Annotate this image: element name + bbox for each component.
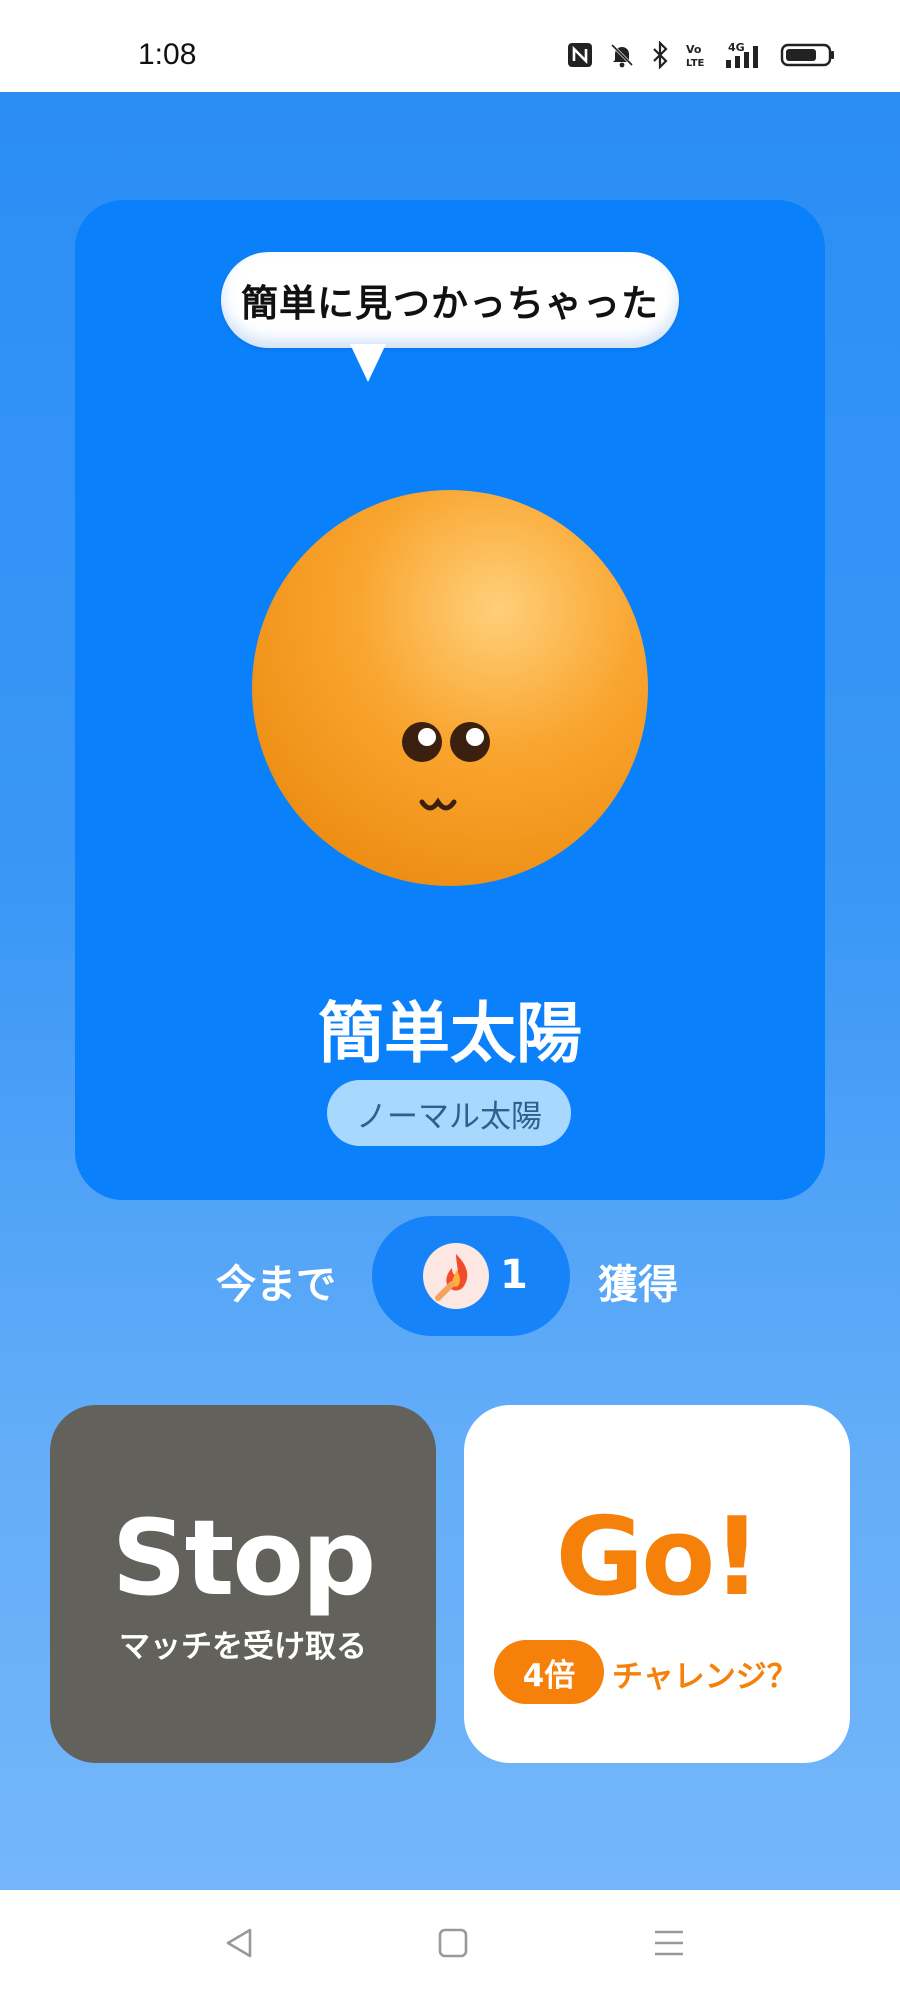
character-type-badge: ノーマル太陽 [327, 1080, 571, 1146]
character-name: 簡単太陽 [318, 995, 582, 1072]
status-time: 1:08 [138, 38, 197, 71]
menu-button[interactable] [644, 1920, 694, 1970]
home-button[interactable] [428, 1920, 478, 1970]
back-button[interactable] [214, 1920, 264, 1970]
status-bar: 1:08 Vo LTE 4G [0, 0, 900, 92]
multiplier-badge: 4倍 [494, 1640, 604, 1704]
earned-suffix: 獲得 [598, 1262, 678, 1308]
navigation-bar [0, 1890, 900, 2000]
back-icon [222, 1926, 256, 1964]
mute-bell-icon [608, 41, 636, 69]
go-button-subtitle: チャレンジ？ [612, 1659, 798, 1695]
status-icons: Vo LTE 4G [566, 40, 836, 70]
stop-button-title: Stop [111, 1497, 377, 1619]
speech-bubble-tail [350, 344, 386, 382]
earned-prefix: 今まで [216, 1262, 336, 1308]
speech-bubble: 簡単に見つかっちゃった [221, 252, 679, 348]
volte-icon: Vo LTE [684, 41, 708, 69]
go-button-title: Go! [555, 1495, 761, 1620]
stop-button-subtitle: マッチを受け取る [119, 1629, 367, 1665]
match-flame-icon [422, 1242, 490, 1310]
character-card: 簡単に見つかっちゃった 簡単太陽 ノーマル太陽 [75, 200, 825, 1200]
svg-text:4G: 4G [728, 41, 745, 54]
stop-button[interactable]: Stop マッチを受け取る [50, 1405, 436, 1763]
speech-text: 簡単に見つかっちゃった [241, 282, 659, 325]
home-icon [436, 1926, 470, 1964]
earned-count-pill: 1 [372, 1216, 570, 1336]
svg-text:LTE: LTE [686, 58, 705, 69]
go-button[interactable]: Go! 4倍 チャレンジ？ [464, 1405, 850, 1763]
bluetooth-icon [650, 41, 670, 69]
main-area: 簡単に見つかっちゃった 簡単太陽 ノーマル太陽 今まで 1 獲得 Stop マッ… [0, 92, 900, 1890]
earned-row: 今まで 1 獲得 [0, 1216, 900, 1336]
earned-count: 1 [500, 1252, 528, 1298]
svg-text:Vo: Vo [686, 43, 702, 56]
battery-icon [780, 41, 836, 69]
menu-icon [652, 1926, 686, 1964]
signal-4g-icon: 4G [722, 40, 766, 70]
nfc-icon [566, 41, 594, 69]
sun-character-image [250, 486, 650, 886]
